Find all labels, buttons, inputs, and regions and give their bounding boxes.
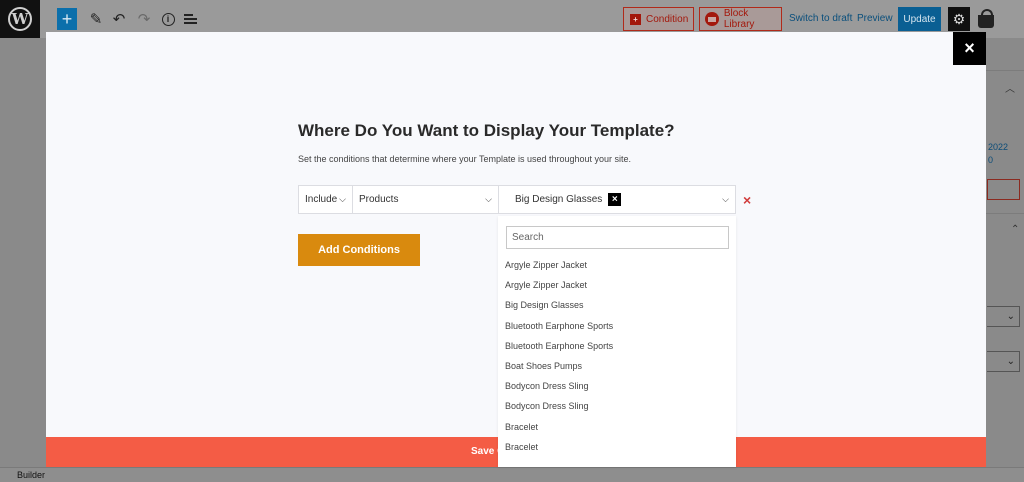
shopping-bag-icon[interactable] (977, 8, 995, 28)
option-list: Argyle Zipper Jacket Argyle Zipper Jacke… (498, 255, 736, 457)
sidebar-collapse-chevron-icon[interactable]: ︿ (1005, 80, 1015, 95)
redo-icon[interactable]: ↷ (136, 7, 152, 31)
dropdown-option[interactable]: Bodycon Dress Sling (498, 396, 736, 416)
item-multiselect[interactable]: Big Design Glasses × ⌵ (498, 185, 736, 214)
modal-title: Where Do You Want to Display Your Templa… (298, 121, 675, 140)
include-select[interactable]: Include ⌵ (298, 185, 353, 214)
sidebar-date-fragment: 2022 (988, 142, 1009, 152)
block-library-button[interactable]: Block Library (699, 7, 782, 31)
sidebar-red-field[interactable] (987, 179, 1020, 200)
item-dropdown: Argyle Zipper Jacket Argyle Zipper Jacke… (498, 216, 736, 467)
dropdown-option[interactable]: Argyle Zipper Jacket (498, 275, 736, 295)
block-library-label: Block Library (723, 8, 755, 30)
selected-item-chip: Big Design Glasses (515, 194, 603, 205)
close-icon[interactable]: × (953, 32, 986, 65)
sidebar-divider (986, 213, 1024, 214)
dropdown-option[interactable]: Bluetooth Earphone Sports (498, 316, 736, 336)
basket-icon (705, 12, 719, 26)
condition-button-label: Condition (646, 13, 689, 25)
list-view-icon[interactable] (184, 7, 198, 31)
chevron-down-icon: ⌵ (485, 194, 492, 204)
type-select[interactable]: Products ⌵ (352, 185, 499, 214)
info-icon[interactable]: i (160, 7, 176, 31)
search-input[interactable] (506, 226, 729, 249)
dropdown-option[interactable]: Bracelet (498, 417, 736, 437)
remove-condition-icon[interactable]: × (743, 192, 751, 208)
settings-gear-icon[interactable]: ⚙ (948, 7, 970, 31)
switch-to-draft-button[interactable]: Switch to draft (789, 13, 852, 24)
sidebar-divider (986, 70, 1024, 71)
preview-button[interactable]: Preview (857, 13, 893, 24)
dropdown-option[interactable]: Big Design Glasses (498, 295, 736, 315)
footer-label: Builder (17, 470, 46, 480)
chip-remove-icon[interactable]: × (608, 193, 622, 206)
dropdown-option[interactable]: Bodycon Dress Sling (498, 376, 736, 396)
condition-button[interactable]: + Condition (623, 7, 694, 31)
dropdown-option[interactable]: Boat Shoes Pumps (498, 356, 736, 376)
condition-icon: + (630, 13, 641, 25)
sidebar-number-fragment: 0 (988, 155, 994, 165)
add-block-button[interactable]: + (57, 8, 77, 30)
add-conditions-button[interactable]: Add Conditions (298, 234, 420, 266)
dropdown-option[interactable]: Bracelet (498, 437, 736, 457)
dropdown-option[interactable]: Bluetooth Earphone Sports (498, 336, 736, 356)
sidebar-chevron-icon[interactable]: ⌃ (1011, 224, 1019, 235)
dropdown-option[interactable]: Argyle Zipper Jacket (498, 255, 736, 275)
type-select-value: Products (359, 194, 399, 205)
editor-footer: Builder (0, 467, 1024, 482)
wordpress-logo-icon[interactable]: W (0, 0, 40, 38)
pencil-icon[interactable]: ✎ (88, 7, 104, 31)
modal-subtitle: Set the conditions that determine where … (298, 154, 632, 164)
update-button[interactable]: Update (898, 7, 941, 31)
chevron-down-icon: ⌵ (339, 194, 346, 204)
undo-icon[interactable]: ↶ (111, 7, 127, 31)
sidebar-select[interactable]: ⌄ (987, 306, 1020, 327)
chevron-down-icon[interactable]: ⌵ (722, 194, 729, 205)
include-select-value: Include (305, 194, 338, 205)
sidebar-select[interactable]: ⌄ (987, 351, 1020, 372)
